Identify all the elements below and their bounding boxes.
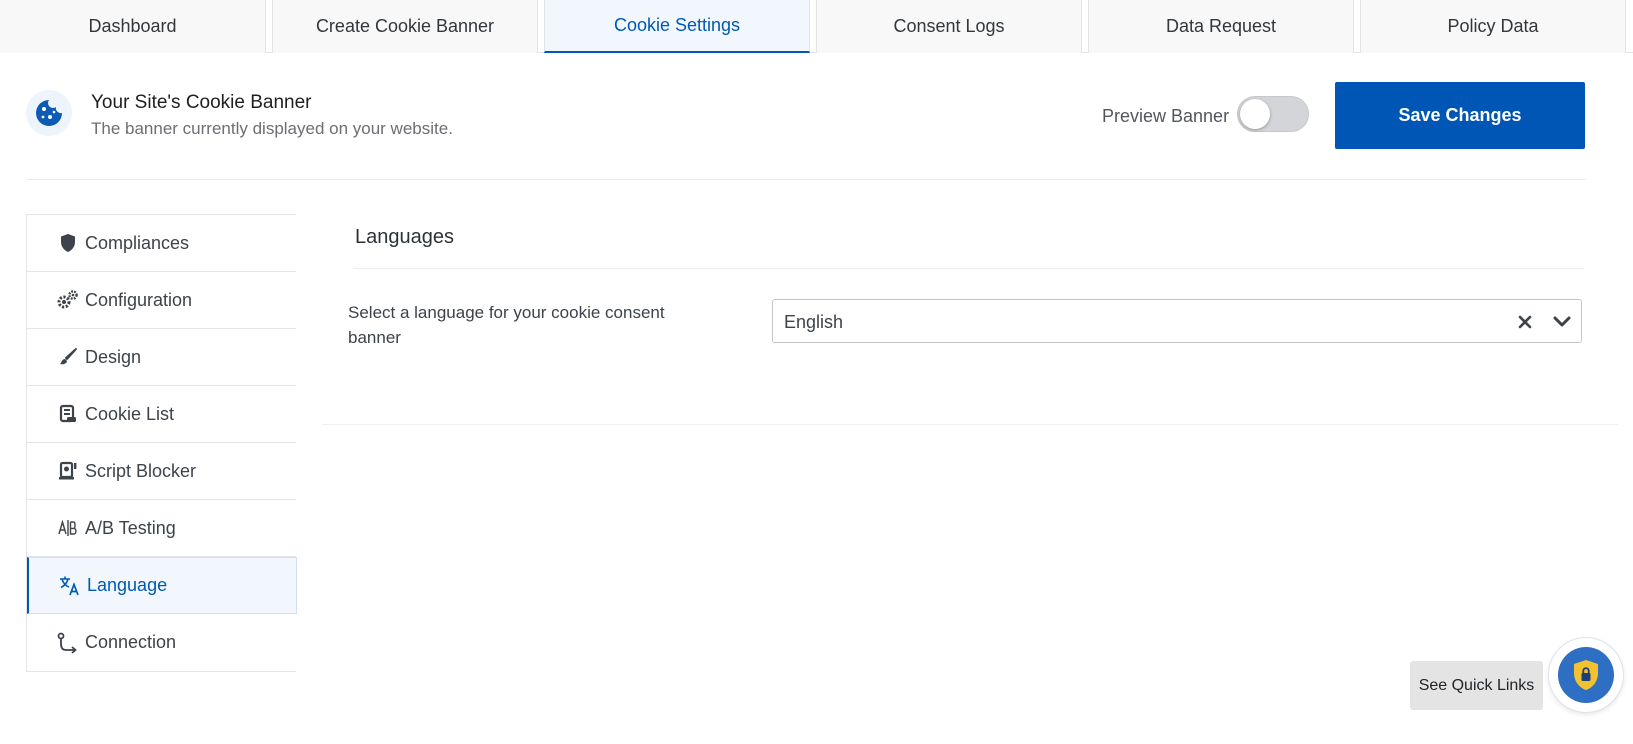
- selected-language: English: [784, 312, 844, 332]
- connection-icon: [57, 632, 79, 654]
- page-subtitle: The banner currently displayed on your w…: [91, 119, 453, 138]
- preview-banner-toggle[interactable]: [1237, 96, 1309, 132]
- sidebar-item-label: Configuration: [85, 289, 193, 310]
- tab-cookie-settings[interactable]: Cookie Settings: [544, 0, 810, 53]
- scroll-icon: [57, 403, 79, 425]
- tab-dashboard[interactable]: Dashboard: [0, 0, 266, 53]
- language-select[interactable]: English: [772, 299, 1582, 343]
- sidebar-item-label: A/B Testing: [85, 517, 176, 538]
- tab-policy-data[interactable]: Policy Data: [1360, 0, 1626, 53]
- page-header: Your Site's Cookie Banner The banner cur…: [26, 80, 1586, 180]
- page-title: Your Site's Cookie Banner: [91, 92, 312, 113]
- toggle-knob: [1240, 99, 1270, 129]
- save-changes-button[interactable]: Save Changes: [1335, 82, 1585, 149]
- preview-banner-label: Preview Banner: [1102, 106, 1230, 126]
- script-blocker-icon: [57, 460, 79, 482]
- sidebar-item-design[interactable]: Design: [27, 329, 296, 386]
- sidebar-item-label: Compliances: [85, 232, 190, 253]
- tab-data-request[interactable]: Data Request: [1088, 0, 1354, 53]
- sidebar-item-label: Connection: [85, 632, 177, 652]
- sidebar-item-cookie-list[interactable]: Cookie List: [27, 386, 296, 443]
- shield-icon: [57, 232, 79, 254]
- privacy-shield-fab[interactable]: [1549, 638, 1623, 712]
- sidebar-item-language[interactable]: Language: [27, 557, 297, 614]
- language-settings-panel: Languages Select a language for your coo…: [322, 214, 1618, 425]
- sidebar-item-label: Script Blocker: [85, 460, 197, 481]
- sidebar-item-label: Cookie List: [85, 403, 175, 424]
- brush-icon: [57, 346, 79, 368]
- see-quick-links-button[interactable]: See Quick Links: [1410, 661, 1543, 710]
- tab-consent-logs[interactable]: Consent Logs: [816, 0, 1082, 53]
- clear-icon[interactable]: [1515, 312, 1535, 332]
- sidebar-item-ab-testing[interactable]: A/B Testing: [27, 500, 296, 557]
- cookie-icon: [26, 90, 72, 136]
- sidebar-item-connection[interactable]: Connection: [27, 614, 296, 671]
- sidebar-item-script-blocker[interactable]: Script Blocker: [27, 443, 296, 500]
- ab-icon: [57, 517, 79, 539]
- section-divider: [354, 268, 1584, 269]
- top-tabs: Dashboard Create Cookie Banner Cookie Se…: [0, 0, 1633, 53]
- sidebar-item-label: Design: [85, 346, 142, 367]
- sidebar-item-configuration[interactable]: Configuration: [27, 272, 296, 329]
- gears-icon: [57, 289, 79, 311]
- chevron-down-icon[interactable]: [1551, 311, 1573, 333]
- sidebar-item-label: Language: [87, 575, 168, 595]
- translate-icon: [59, 575, 81, 597]
- language-field-label: Select a language for your cookie consen…: [348, 303, 665, 347]
- tab-create-cookie-banner[interactable]: Create Cookie Banner: [272, 0, 538, 53]
- shield-lock-icon: [1558, 647, 1614, 703]
- settings-sidebar: Compliances Configuration Design Cookie …: [26, 214, 297, 672]
- section-title: Languages: [355, 226, 454, 248]
- sidebar-item-compliances[interactable]: Compliances: [27, 215, 296, 272]
